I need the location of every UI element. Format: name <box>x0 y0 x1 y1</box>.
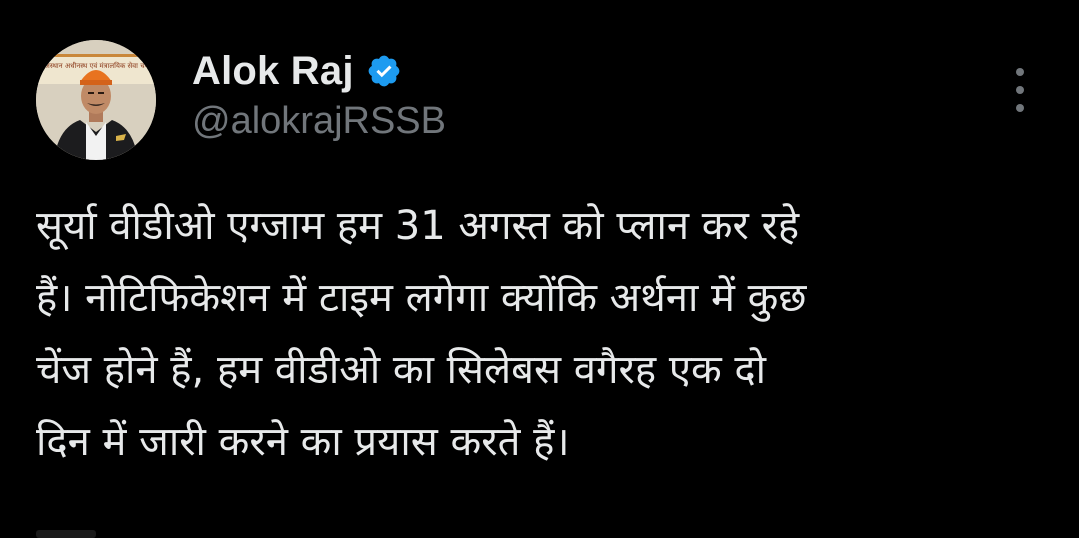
author-display-name[interactable]: Alok Raj <box>192 49 354 94</box>
author-handle[interactable]: @alokrajRSSB <box>192 100 446 143</box>
tweet-text-line: चेंज होने हैं, हम वीडीओ का सिलेबस वगैरह … <box>36 347 766 393</box>
tweet-text: सूर्या वीडीओ एग्जाम हम 31 अगस्त को प्लान… <box>36 190 1046 478</box>
tweet-card[interactable]: राजस्थान अधीनस्थ एवं मंत्रालयिक सेवा चयन… <box>0 0 1079 538</box>
tweet-text-line: हैं। नोटिफिकेशन में टाइम लगेगा क्योंकि अ… <box>36 275 807 321</box>
timestamp-partial <box>36 530 96 538</box>
avatar-banner-text: राजस्थान अधीनस्थ एवं मंत्रालयिक सेवा चयन… <box>40 61 156 70</box>
tweet-text-line: दिन में जारी करने का प्रयास करते हैं। <box>36 419 570 465</box>
more-options-icon-dot <box>1016 104 1024 112</box>
more-options-icon <box>1016 68 1024 76</box>
verified-badge-icon <box>368 55 400 87</box>
tweet-text-line: सूर्या वीडीओ एग्जाम हम 31 अगस्त को प्लान… <box>36 203 800 249</box>
author-name-row[interactable]: Alok Raj <box>192 48 402 94</box>
more-options-icon-dot <box>1016 86 1024 94</box>
author-avatar[interactable]: राजस्थान अधीनस्थ एवं मंत्रालयिक सेवा चयन… <box>36 40 156 160</box>
avatar-photo: राजस्थान अधीनस्थ एवं मंत्रालयिक सेवा चयन… <box>36 40 156 160</box>
more-options-button[interactable] <box>1006 68 1034 112</box>
